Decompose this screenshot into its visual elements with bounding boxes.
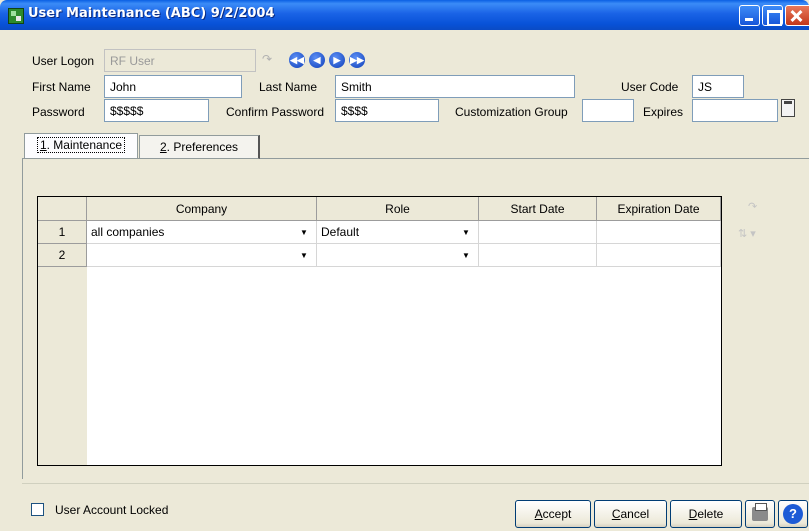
window-title: User Maintenance (ABC) 9/2/2004	[28, 6, 275, 21]
tab-preferences-label: . Preferences	[166, 140, 239, 154]
chevron-down-icon[interactable]: ▼	[457, 222, 475, 243]
user-account-locked-label: User Account Locked	[55, 503, 169, 517]
confirm-password-field[interactable]: $$$$	[335, 99, 439, 122]
user-code-field[interactable]: JS	[692, 75, 744, 98]
role-cell[interactable]: Default	[317, 221, 479, 244]
tab-maintenance[interactable]: 1. Maintenance	[24, 133, 138, 158]
expiration-date-cell[interactable]	[597, 244, 721, 267]
column-header-expiration-date[interactable]: Expiration Date	[597, 197, 721, 221]
last-record-icon[interactable]: ▶▶	[349, 52, 365, 68]
tab-preferences-key: 2	[159, 140, 167, 154]
expires-field[interactable]	[692, 99, 778, 122]
row-number: 2	[38, 244, 87, 267]
accept-label: ccept	[542, 507, 572, 521]
customization-group-field[interactable]	[582, 99, 634, 122]
grid-corner	[38, 197, 87, 221]
lookup-icon: ↷	[262, 52, 273, 66]
app-icon[interactable]	[8, 8, 24, 24]
column-header-start-date[interactable]: Start Date	[479, 197, 597, 221]
minimize-button[interactable]	[739, 5, 760, 26]
cancel-label: ancel	[620, 507, 650, 521]
next-record-icon[interactable]: ▶	[329, 52, 345, 68]
accept-key: A	[534, 507, 543, 521]
column-header-role[interactable]: Role	[317, 197, 479, 221]
password-label: Password	[32, 105, 85, 119]
company-cell[interactable]	[87, 244, 317, 267]
title-bar[interactable]: User Maintenance (ABC) 9/2/2004	[0, 0, 809, 30]
customization-group-label: Customization Group	[455, 105, 568, 119]
confirm-password-label: Confirm Password	[226, 105, 325, 119]
close-button[interactable]	[785, 5, 809, 26]
password-field[interactable]: $$$$$	[104, 99, 209, 122]
expiration-date-cell[interactable]	[597, 221, 721, 244]
user-logon-label: User Logon	[32, 54, 95, 68]
tab-preferences[interactable]: 2. Preferences	[139, 135, 260, 159]
company-role-grid[interactable]: Company Role Start Date Expiration Date …	[37, 196, 722, 466]
previous-record-icon[interactable]: ◀	[309, 52, 325, 68]
role-cell[interactable]	[317, 244, 479, 267]
print-button[interactable]	[745, 500, 775, 528]
calendar-icon[interactable]	[781, 99, 795, 117]
help-icon: ?	[783, 504, 803, 524]
user-logon-field: RF User	[104, 49, 256, 72]
user-maintenance-window: User Maintenance (ABC) 9/2/2004 User Log…	[0, 0, 809, 531]
user-account-locked-checkbox[interactable]	[31, 503, 44, 516]
start-date-cell[interactable]	[479, 244, 597, 267]
delete-label: elete	[697, 507, 724, 521]
last-name-label: Last Name	[259, 80, 318, 94]
divider	[22, 483, 809, 484]
delete-button[interactable]: Delete	[670, 500, 742, 528]
user-code-label: User Code	[621, 80, 679, 94]
first-record-icon[interactable]: ◀◀	[289, 52, 305, 68]
accept-button[interactable]: Accept	[515, 500, 591, 528]
printer-icon	[752, 503, 768, 521]
tab-maintenance-label: . Maintenance	[46, 138, 123, 152]
maximize-button[interactable]	[762, 5, 783, 26]
last-name-field[interactable]: Smith	[335, 75, 575, 98]
chevron-down-icon[interactable]: ▼	[457, 245, 475, 266]
start-date-cell[interactable]	[479, 221, 597, 244]
first-name-field[interactable]: John	[104, 75, 242, 98]
first-name-label: First Name	[32, 80, 91, 94]
row-number: 1	[38, 221, 87, 244]
grid-options-icon: ⇅ ▾	[738, 228, 756, 240]
company-cell[interactable]: all companies	[87, 221, 317, 244]
column-header-company[interactable]: Company	[87, 197, 317, 221]
insert-row-icon: ↷	[748, 201, 758, 213]
chevron-down-icon[interactable]: ▼	[295, 222, 313, 243]
cancel-button[interactable]: Cancel	[594, 500, 667, 528]
delete-key: D	[688, 507, 698, 521]
help-button[interactable]: ?	[778, 500, 808, 528]
expires-label: Expires	[643, 105, 684, 119]
chevron-down-icon[interactable]: ▼	[295, 245, 313, 266]
tab-maintenance-key: 1	[39, 138, 47, 152]
